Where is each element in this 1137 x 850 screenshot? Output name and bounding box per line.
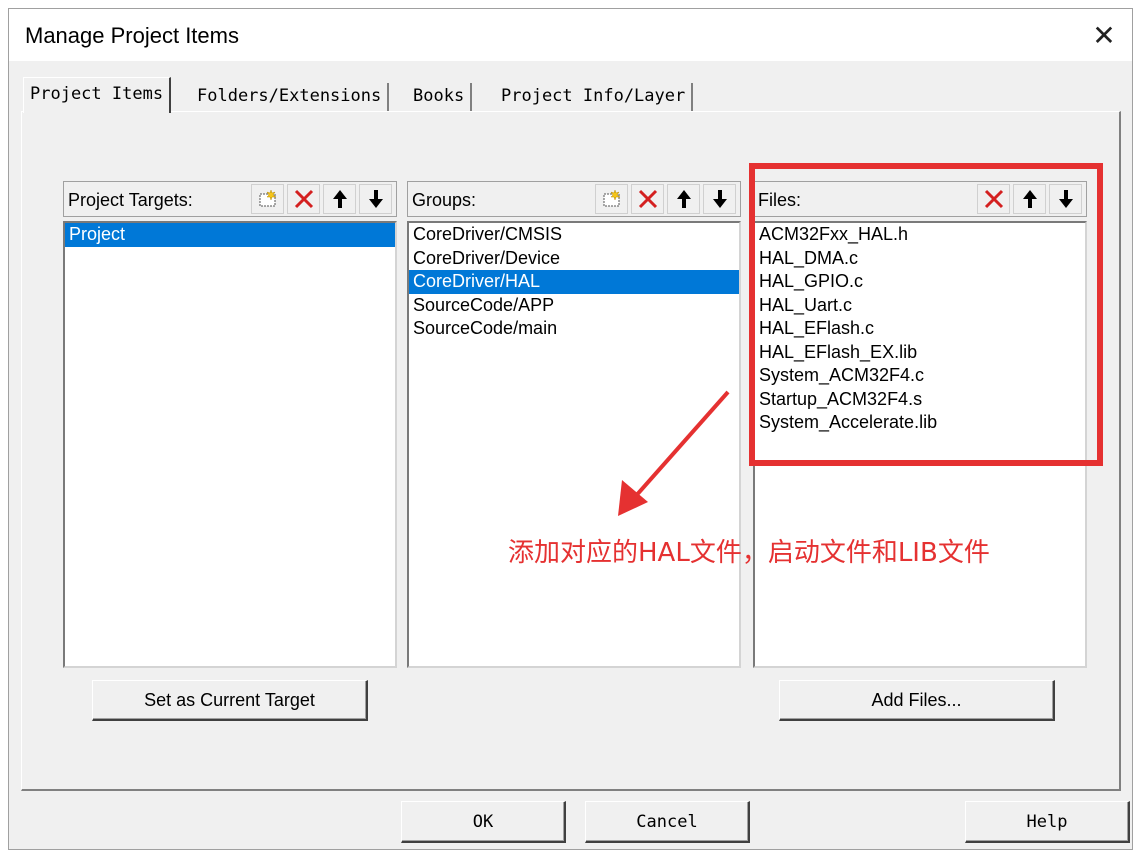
groups-label: Groups: <box>412 190 477 210</box>
move-down-icon <box>368 190 383 208</box>
delete-icon <box>638 189 657 209</box>
help-button[interactable]: Help <box>965 801 1130 843</box>
add-files-button[interactable]: Add Files... <box>779 680 1055 721</box>
move-up-icon <box>332 190 347 208</box>
ok-button[interactable]: OK <box>401 801 566 843</box>
groups-toolbar <box>595 184 736 214</box>
move-down-icon <box>712 190 727 208</box>
annotation-text: 添加对应的HAL文件，启动文件和LIB文件 <box>508 538 990 568</box>
tab-folders-extensions[interactable]: Folders/Extensions <box>191 83 390 111</box>
tab-project-info-layer[interactable]: Project Info/Layer <box>495 83 694 111</box>
list-item[interactable]: SourceCode/APP <box>409 294 739 318</box>
list-item[interactable]: Project <box>65 223 395 247</box>
files-highlight-box <box>749 163 1103 466</box>
list-item[interactable]: SourceCode/main <box>409 317 739 341</box>
project-targets-toolbar <box>251 184 392 214</box>
cancel-button[interactable]: Cancel <box>585 801 750 843</box>
project-targets-list[interactable]: Project <box>63 221 397 668</box>
move-up-icon <box>676 190 691 208</box>
delete-group-button[interactable] <box>631 184 664 214</box>
new-icon <box>259 189 277 207</box>
annotation-arrow-icon <box>618 390 730 516</box>
project-targets-label: Project Targets: <box>68 190 193 210</box>
move-group-down-button[interactable] <box>703 184 736 214</box>
list-item[interactable]: CoreDriver/Device <box>409 247 739 271</box>
groups-header: Groups: <box>407 181 741 217</box>
list-item[interactable]: CoreDriver/CMSIS <box>409 223 739 247</box>
title-bar: Manage Project Items ✕ <box>9 9 1132 61</box>
dialog-title: Manage Project Items <box>25 23 239 48</box>
delete-icon <box>294 189 313 209</box>
move-target-up-button[interactable] <box>323 184 356 214</box>
move-group-up-button[interactable] <box>667 184 700 214</box>
tab-project-items[interactable]: Project Items <box>23 77 172 113</box>
delete-target-button[interactable] <box>287 184 320 214</box>
project-targets-header: Project Targets: <box>63 181 397 217</box>
close-button[interactable]: ✕ <box>1076 9 1132 61</box>
new-icon <box>603 189 621 207</box>
move-target-down-button[interactable] <box>359 184 392 214</box>
new-target-button[interactable] <box>251 184 284 214</box>
tab-books[interactable]: Books <box>407 83 473 111</box>
set-current-target-button[interactable]: Set as Current Target <box>92 680 368 721</box>
new-group-button[interactable] <box>595 184 628 214</box>
list-item[interactable]: CoreDriver/HAL <box>409 270 739 294</box>
